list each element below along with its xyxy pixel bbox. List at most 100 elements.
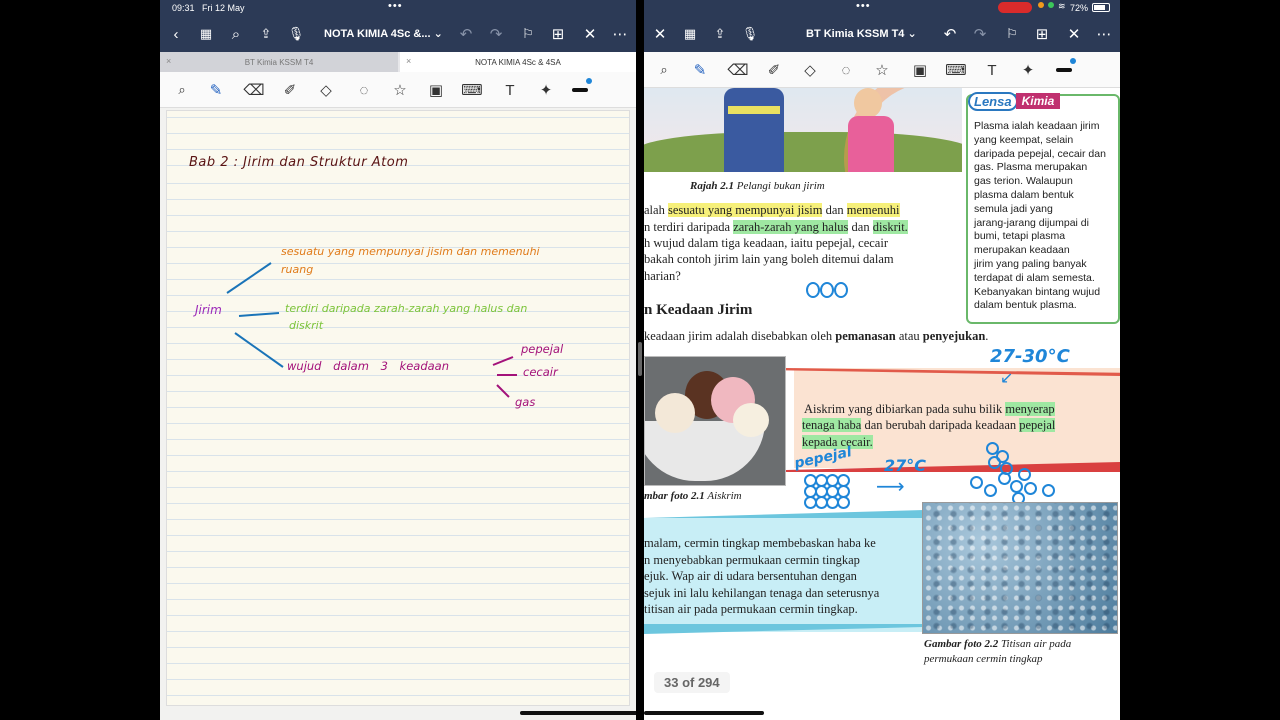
highlight-jisim: sesuatu yang mempunyai jisim xyxy=(667,203,823,217)
bookmark-icon[interactable]: ⚐ xyxy=(518,24,538,44)
eraser-icon[interactable]: ⌫ xyxy=(243,80,264,100)
color-picker-icon[interactable] xyxy=(1054,58,1076,80)
shapes-icon[interactable]: ◇ xyxy=(316,80,336,100)
pen-icon[interactable]: ✎ xyxy=(206,80,226,100)
close-icon[interactable]: ✕ xyxy=(650,24,670,44)
undo-icon[interactable]: ↶ xyxy=(456,24,476,44)
pdf-page[interactable]: Rajah 2.1 Pelangi bukan jirim Lensa Kimi… xyxy=(644,88,1120,720)
chevron-down-icon: ⌄ xyxy=(433,28,443,40)
image-icon[interactable]: ▣ xyxy=(910,60,930,80)
figure-caption-rajah: Rajah 2.1 Pelangi bukan jirim xyxy=(690,180,825,192)
annotation-particle xyxy=(806,282,820,298)
shapes-icon[interactable]: ◇ xyxy=(800,60,820,80)
microphone-icon[interactable]: 🎙 xyxy=(286,24,306,44)
mic-in-use-dot xyxy=(1038,2,1044,8)
document-title[interactable]: BT Kimia KSSM T4 ⌄ xyxy=(806,27,917,40)
color-picker-icon[interactable] xyxy=(570,78,592,100)
highlighter-icon[interactable]: ✐ xyxy=(764,60,784,80)
eraser-icon[interactable]: ⌫ xyxy=(727,60,748,80)
highlight-diskrit: diskrit. xyxy=(872,220,908,234)
zoom-box-icon[interactable]: ⌕ xyxy=(654,60,674,80)
lasso-icon[interactable]: ◌ xyxy=(836,60,856,80)
share-icon[interactable]: ⇪ xyxy=(256,24,276,44)
branch-line-2 xyxy=(238,312,280,317)
bookmark-icon[interactable]: ⚐ xyxy=(1002,24,1022,44)
back-icon[interactable]: ‹ xyxy=(166,24,186,44)
redo-icon[interactable]: ↷ xyxy=(486,24,506,44)
tab-nota-kimia[interactable]: × NOTA KIMIA 4Sc & 4SA xyxy=(400,52,636,72)
lensa-line: daripada pepejal, cecair dan xyxy=(974,147,1106,160)
window-line-4: sejuk ini lalu kehilangan tenaga dan set… xyxy=(644,586,880,600)
sticker-icon[interactable]: ☆ xyxy=(872,60,892,80)
recording-indicator[interactable] xyxy=(998,2,1032,13)
close-icon[interactable]: ✕ xyxy=(580,24,600,44)
lensa-line: jirim yang paling banyak xyxy=(974,257,1087,270)
lensa-kimia-box: Lensa Kimia Plasma ialah keadaan jirim ya… xyxy=(966,91,1120,324)
camera-in-use-dot xyxy=(1048,2,1054,8)
sticker-icon[interactable]: ☆ xyxy=(390,80,410,100)
tab-bt-kimia[interactable]: × BT Kimia KSSM T4 xyxy=(160,52,398,72)
more-icon[interactable]: ⋯ xyxy=(610,24,630,44)
zoom-box-icon[interactable]: ⌕ xyxy=(172,80,192,100)
pen-icon[interactable]: ✎ xyxy=(690,60,710,80)
text-icon[interactable]: T xyxy=(500,80,520,100)
highlighter-icon[interactable]: ✐ xyxy=(280,80,300,100)
tab-close-icon[interactable]: × xyxy=(166,56,171,66)
divider-handle[interactable] xyxy=(638,342,642,376)
lensa-line: plasma dalam bentuk xyxy=(974,188,1074,201)
branch-line-1 xyxy=(226,262,272,294)
add-page-icon[interactable]: ⊞ xyxy=(1032,24,1052,44)
text-icon[interactable]: T xyxy=(982,60,1002,80)
split-divider[interactable] xyxy=(636,0,644,720)
notebook-page[interactable]: Bab 2 : Jirim dan Struktur Atom Jirim se… xyxy=(166,110,630,706)
more-icon[interactable]: ⋯ xyxy=(1094,24,1114,44)
paragraph-line-4: bakah contoh jirim lain yang boleh ditem… xyxy=(644,252,894,266)
redo-icon[interactable]: ↷ xyxy=(970,24,990,44)
annotation-particle xyxy=(1010,480,1023,493)
image-icon[interactable]: ▣ xyxy=(426,80,446,100)
page-indicator[interactable]: 33 of 294 xyxy=(654,672,730,693)
figure-caption-titisan-2: permukaan cermin tingkap xyxy=(924,653,1043,665)
keyboard-icon[interactable]: ⌨ xyxy=(945,60,967,80)
textbook-pane: ••• ≋ 72% ✕ ▦ ⇪ 🎙 BT Kimia KSSM T4 ⌄ ↶ ↷… xyxy=(644,0,1120,720)
lasso-icon[interactable]: ◌ xyxy=(354,80,374,100)
definition-3: wujud dalam 3 keadaan xyxy=(287,359,450,373)
document-title[interactable]: NOTA KIMIA 4Sc &... ⌄ xyxy=(324,27,443,40)
multitask-dots-icon[interactable]: ••• xyxy=(388,0,403,12)
home-indicator[interactable] xyxy=(644,711,764,715)
annotation-long-arrow-icon: ⟶ xyxy=(876,474,905,498)
undo-icon[interactable]: ↶ xyxy=(940,24,960,44)
state-cecair: cecair xyxy=(523,365,558,379)
status-date: Fri 12 May xyxy=(202,3,245,13)
home-indicator[interactable] xyxy=(520,711,636,715)
grid-icon[interactable]: ▦ xyxy=(196,24,216,44)
definition-2-line-2: diskrit xyxy=(289,319,324,332)
tab-close-icon[interactable]: × xyxy=(406,56,411,66)
multitask-dots-icon[interactable]: ••• xyxy=(856,0,871,12)
paragraph-line-3: h wujud dalam tiga keadaan, iaitu pepeja… xyxy=(644,236,888,250)
annotation-temp-range: 27-30°C xyxy=(990,346,1070,367)
close-document-icon[interactable]: ✕ xyxy=(1064,24,1084,44)
microphone-icon[interactable]: 🎙 xyxy=(740,24,760,44)
aiskrim-line-1: Aiskrim yang dibiarkan pada suhu bilik m… xyxy=(804,402,1055,416)
lensa-line: terdapat di alam semesta. xyxy=(974,271,1095,284)
search-icon[interactable]: ⌕ xyxy=(226,24,246,44)
window-line-3: ejuk. Wap air di udara bersentuhan denga… xyxy=(644,569,857,583)
grid-icon[interactable]: ▦ xyxy=(680,24,700,44)
status-bar: ••• ≋ 72% xyxy=(644,0,1120,16)
lensa-kimia-badge: Lensa Kimia xyxy=(964,90,1064,112)
panel-stripe xyxy=(644,510,924,518)
aiskrim-line-2: tenaga haba dan berubah daripada keadaan… xyxy=(802,418,1056,432)
highlight-zarah: zarah-zarah yang halus xyxy=(733,220,849,234)
laser-pointer-icon[interactable]: ✦ xyxy=(536,80,556,100)
lensa-line: merupakan keadaan xyxy=(974,244,1070,257)
add-page-icon[interactable]: ⊞ xyxy=(548,24,568,44)
keyboard-icon[interactable]: ⌨ xyxy=(461,80,483,100)
notes-pane: 09:31 Fri 12 May ••• ‹ ▦ ⌕ ⇪ 🎙 NOTA KIMI… xyxy=(160,0,636,720)
mindmap-lines xyxy=(226,262,517,398)
state-pepejal: pepejal xyxy=(521,342,564,356)
lensa-line: jarang-jarang dijumpai di xyxy=(974,216,1089,229)
annotation-particle xyxy=(970,476,983,489)
share-icon[interactable]: ⇪ xyxy=(710,24,730,44)
laser-pointer-icon[interactable]: ✦ xyxy=(1018,60,1038,80)
